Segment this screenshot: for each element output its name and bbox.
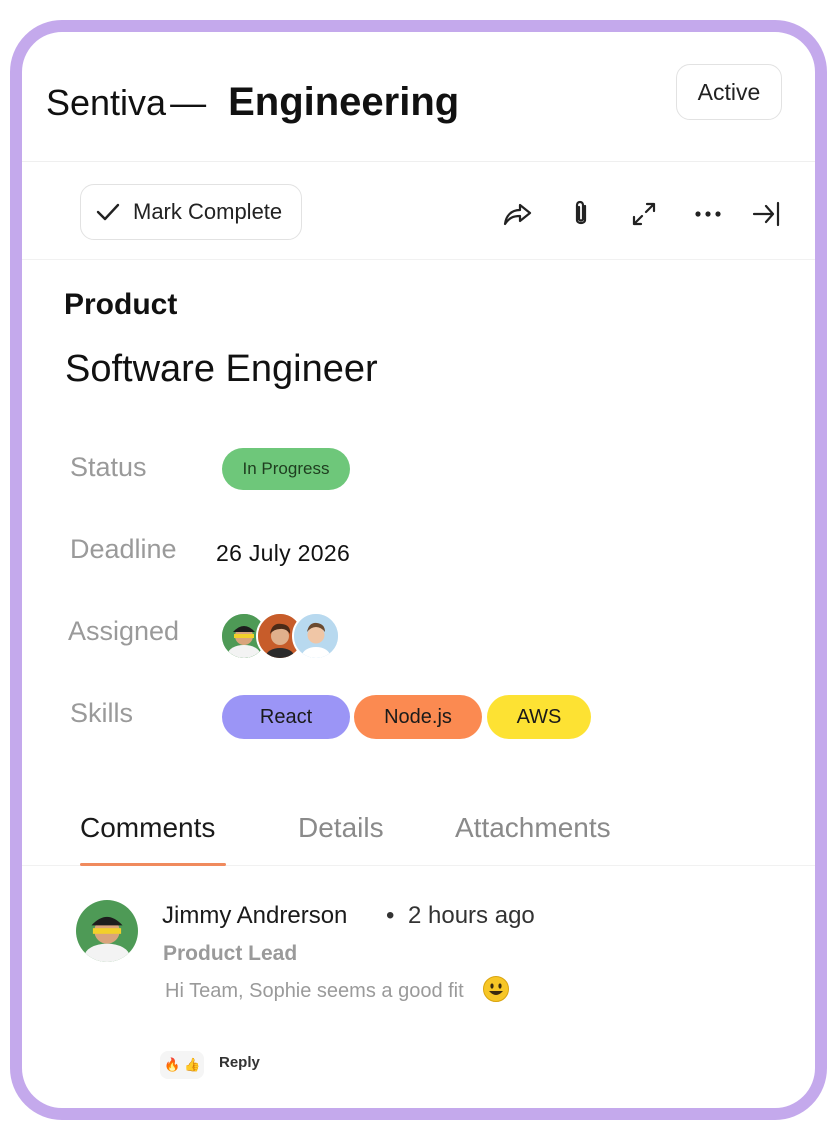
task-card: Sentiva — Engineering Active Mark Complete… xyxy=(10,20,827,1120)
tab-bar: Comments Details Attachments xyxy=(22,802,815,866)
deadline-label: Deadline xyxy=(70,534,177,564)
comment-timestamp: 2 hours ago xyxy=(408,902,535,929)
smiley-emoji-icon xyxy=(483,976,509,1002)
thumbs-up-reaction-icon[interactable]: 👍 xyxy=(184,1057,200,1073)
section-label: Product xyxy=(64,288,178,321)
mark-complete-button[interactable]: Mark Complete xyxy=(80,184,302,240)
status-badge[interactable]: In Progress xyxy=(222,448,350,490)
mark-complete-label: Mark Complete xyxy=(133,199,283,224)
skills-label: Skills xyxy=(70,698,134,728)
collapse-panel-icon[interactable] xyxy=(750,198,782,230)
company-name: Sentiva xyxy=(46,82,167,123)
deadline-value[interactable]: 26 July 2026 xyxy=(216,540,350,567)
reply-button[interactable]: Reply xyxy=(219,1054,260,1071)
active-status-button[interactable]: Active xyxy=(676,64,782,120)
tab-details[interactable]: Details xyxy=(298,812,384,844)
title-separator: — xyxy=(170,82,207,123)
skill-tag-aws[interactable]: AWS xyxy=(487,695,591,739)
job-title: Software Engineer xyxy=(65,348,378,390)
active-tab-indicator xyxy=(80,863,226,866)
expand-icon[interactable] xyxy=(628,198,660,230)
comment-author-avatar[interactable] xyxy=(76,900,138,962)
share-icon[interactable] xyxy=(502,198,534,230)
comment-reactions[interactable]: 🔥 👍 xyxy=(160,1051,205,1079)
comment-bullet: • xyxy=(386,902,395,929)
page-title: Sentiva — Engineering xyxy=(46,80,459,125)
skill-tag-react[interactable]: React xyxy=(222,695,350,739)
toolbar: Mark Complete xyxy=(22,162,815,260)
card-header: Sentiva — Engineering Active xyxy=(22,32,815,162)
comment-text: Hi Team, Sophie seems a good fit xyxy=(165,980,464,1002)
status-label: Status xyxy=(70,452,147,482)
comment-author-role: Product Lead xyxy=(163,942,298,965)
department-name: Engineering xyxy=(228,80,460,124)
checkmark-icon xyxy=(96,203,120,221)
tab-comments[interactable]: Comments xyxy=(80,812,215,844)
assigned-label: Assigned xyxy=(68,616,180,646)
paperclip-icon[interactable] xyxy=(565,198,597,230)
skill-tag-nodejs[interactable]: Node.js xyxy=(354,695,482,739)
fire-reaction-icon[interactable]: 🔥 xyxy=(164,1057,180,1073)
more-icon[interactable] xyxy=(692,198,724,230)
tab-attachments[interactable]: Attachments xyxy=(455,812,611,844)
comment-author-name[interactable]: Jimmy Andrerson xyxy=(162,902,347,930)
avatar[interactable] xyxy=(292,612,340,660)
